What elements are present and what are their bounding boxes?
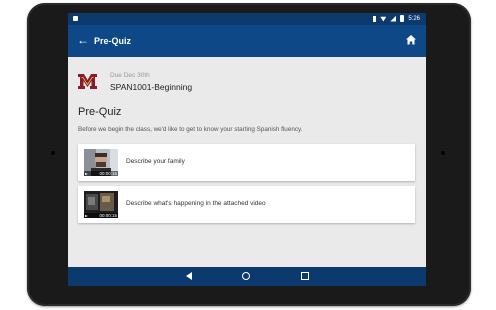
video-thumbnail[interactable]: 00:00:15 xyxy=(84,149,118,176)
sensor-dot xyxy=(441,151,445,155)
quiz-item-card[interactable]: 00:00:15 Describe what's happening in th… xyxy=(78,186,415,223)
main-content: Due Dec 30th SPAN1001-Beginning Pre-Quiz… xyxy=(68,57,426,277)
home-circle-icon[interactable] xyxy=(242,272,250,280)
play-icon[interactable] xyxy=(85,173,88,175)
app-bar: ← Pre-Quiz xyxy=(68,25,426,57)
quiz-description: Before we begin the class, we'd like to … xyxy=(78,126,303,133)
home-icon[interactable] xyxy=(404,33,418,47)
bluetooth-icon xyxy=(373,15,377,22)
back-triangle-icon[interactable] xyxy=(186,272,192,280)
status-bar: 5:26 xyxy=(68,13,426,25)
arrow-back-icon[interactable]: ← xyxy=(77,32,89,48)
course-name: SPAN1001-Beginning xyxy=(110,82,193,92)
status-icons: 5:26 xyxy=(373,15,420,22)
recents-square-icon[interactable] xyxy=(301,272,309,280)
quiz-title: Pre-Quiz xyxy=(78,106,122,118)
university-m-logo xyxy=(78,74,97,89)
video-duration: 00:00:15 xyxy=(99,171,117,176)
front-camera-dot xyxy=(51,151,55,155)
notification-icon xyxy=(73,16,78,21)
wifi-icon xyxy=(380,16,387,22)
quiz-item-label: Describe what's happening in the attache… xyxy=(126,200,266,207)
battery-icon xyxy=(400,15,405,22)
quiz-item-card[interactable]: 00:00:15 Describe your family xyxy=(78,144,415,181)
screen: 5:26 ← Pre-Quiz Due Dec 30th SPAN1001-Be… xyxy=(68,13,426,286)
video-duration: 00:00:15 xyxy=(99,213,117,218)
due-date: Due Dec 30th xyxy=(110,72,150,79)
status-time: 5:26 xyxy=(408,15,420,22)
quiz-item-label: Describe your family xyxy=(126,158,185,165)
signal-icon xyxy=(390,15,397,22)
play-icon[interactable] xyxy=(85,215,88,217)
system-nav-bar xyxy=(68,267,426,286)
page-title: Pre-Quiz xyxy=(94,36,132,46)
video-thumbnail[interactable]: 00:00:15 xyxy=(84,191,118,218)
